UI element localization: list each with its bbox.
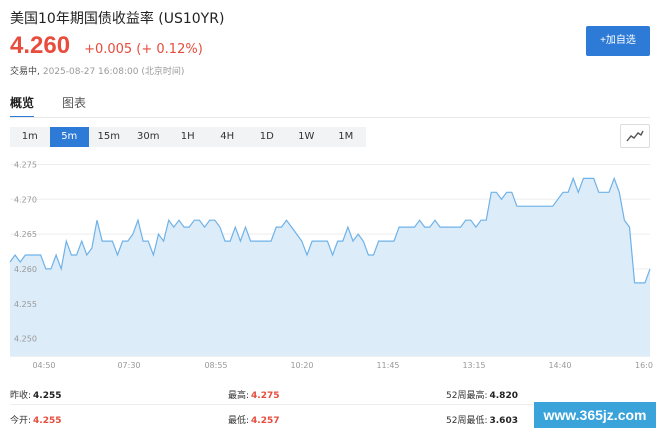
price-change: +0.005 (+ 0.12%) — [84, 42, 203, 57]
stat-open: 今开: 4.255 — [10, 413, 62, 426]
y-tick-label: 4.260 — [14, 265, 37, 274]
x-tick-label: 11:45 — [376, 361, 399, 370]
tab-chart[interactable]: 图表 — [62, 94, 86, 118]
price-row: 4.260 +0.005 (+ 0.12%) — [10, 32, 203, 60]
stat-low: 最低: 4.257 — [228, 413, 280, 426]
stat-label: 今开: — [10, 416, 32, 426]
stat-52w-high: 52周最高: 4.820 — [446, 388, 518, 401]
tab-divider — [10, 117, 650, 118]
stat-label: 昨收: — [10, 391, 32, 401]
x-tick-label: 16:0 — [635, 361, 653, 370]
add-to-watchlist-button[interactable]: +加自选 — [586, 26, 650, 56]
main-tabs: 概览 图表 — [10, 94, 86, 118]
x-tick-label: 14:40 — [548, 361, 571, 370]
y-tick-label: 4.255 — [14, 300, 37, 309]
stat-52w-low: 52周最低: 3.603 — [446, 413, 518, 426]
x-tick-label: 10:20 — [290, 361, 313, 370]
status-label: 交易中, — [10, 67, 40, 77]
stat-label: 52周最低: — [446, 416, 488, 426]
chart-type-button[interactable] — [620, 124, 650, 148]
trading-status: 交易中, 2025-08-27 16:08:00 (北京时间) — [10, 64, 184, 77]
stat-value: 4.820 — [489, 391, 518, 401]
stat-value: 4.255 — [33, 416, 62, 426]
stat-prev-close: 昨收: 4.255 — [10, 388, 62, 401]
x-tick-label: 04:50 — [32, 361, 55, 370]
x-tick-label: 07:30 — [117, 361, 140, 370]
tab-overview[interactable]: 概览 — [10, 94, 35, 118]
period-selector: 1m 5m 15m 30m 1H 4H 1D 1W 1M — [10, 127, 366, 147]
site-watermark: www.365jz.com — [534, 402, 656, 428]
x-axis: 04:50 07:30 08:55 10:20 11:45 13:15 14:40 16:0 — [32, 361, 653, 370]
status-time: 2025-08-27 16:08:00 (北京时间) — [42, 67, 185, 77]
period-1w[interactable]: 1W — [287, 127, 327, 147]
y-tick-label: 4.275 — [14, 160, 37, 169]
yield-chart: 4.275 4.270 4.265 4.260 4.255 4.250 04:50 07:3… — [9, 160, 653, 370]
period-30m[interactable]: 30m — [129, 127, 169, 147]
stat-label: 52周最高: — [446, 391, 488, 401]
x-tick-label: 08:55 — [204, 361, 227, 370]
stat-value: 4.255 — [33, 391, 62, 401]
y-tick-label: 4.270 — [14, 195, 37, 204]
period-15m[interactable]: 15m — [89, 127, 129, 147]
y-tick-label: 4.250 — [14, 335, 37, 344]
period-1d[interactable]: 1D — [247, 127, 287, 147]
stat-value: 3.603 — [489, 416, 518, 426]
stat-value: 4.275 — [251, 391, 280, 401]
stat-label: 最低: — [228, 416, 250, 426]
page-title: 美国10年期国债收益率 (US10YR) — [10, 11, 225, 27]
period-5m[interactable]: 5m — [49, 127, 89, 147]
period-4h[interactable]: 4H — [208, 127, 248, 147]
period-1m[interactable]: 1m — [10, 127, 50, 147]
stat-high: 最高: 4.275 — [228, 388, 280, 401]
x-tick-label: 13:15 — [462, 361, 485, 370]
y-tick-label: 4.265 — [14, 230, 37, 239]
stat-value: 4.257 — [251, 416, 280, 426]
stat-label: 最高: — [228, 391, 250, 401]
period-1mo[interactable]: 1M — [326, 127, 366, 147]
period-1h[interactable]: 1H — [168, 127, 208, 147]
current-price: 4.260 — [10, 32, 71, 59]
line-chart-icon — [626, 130, 644, 142]
